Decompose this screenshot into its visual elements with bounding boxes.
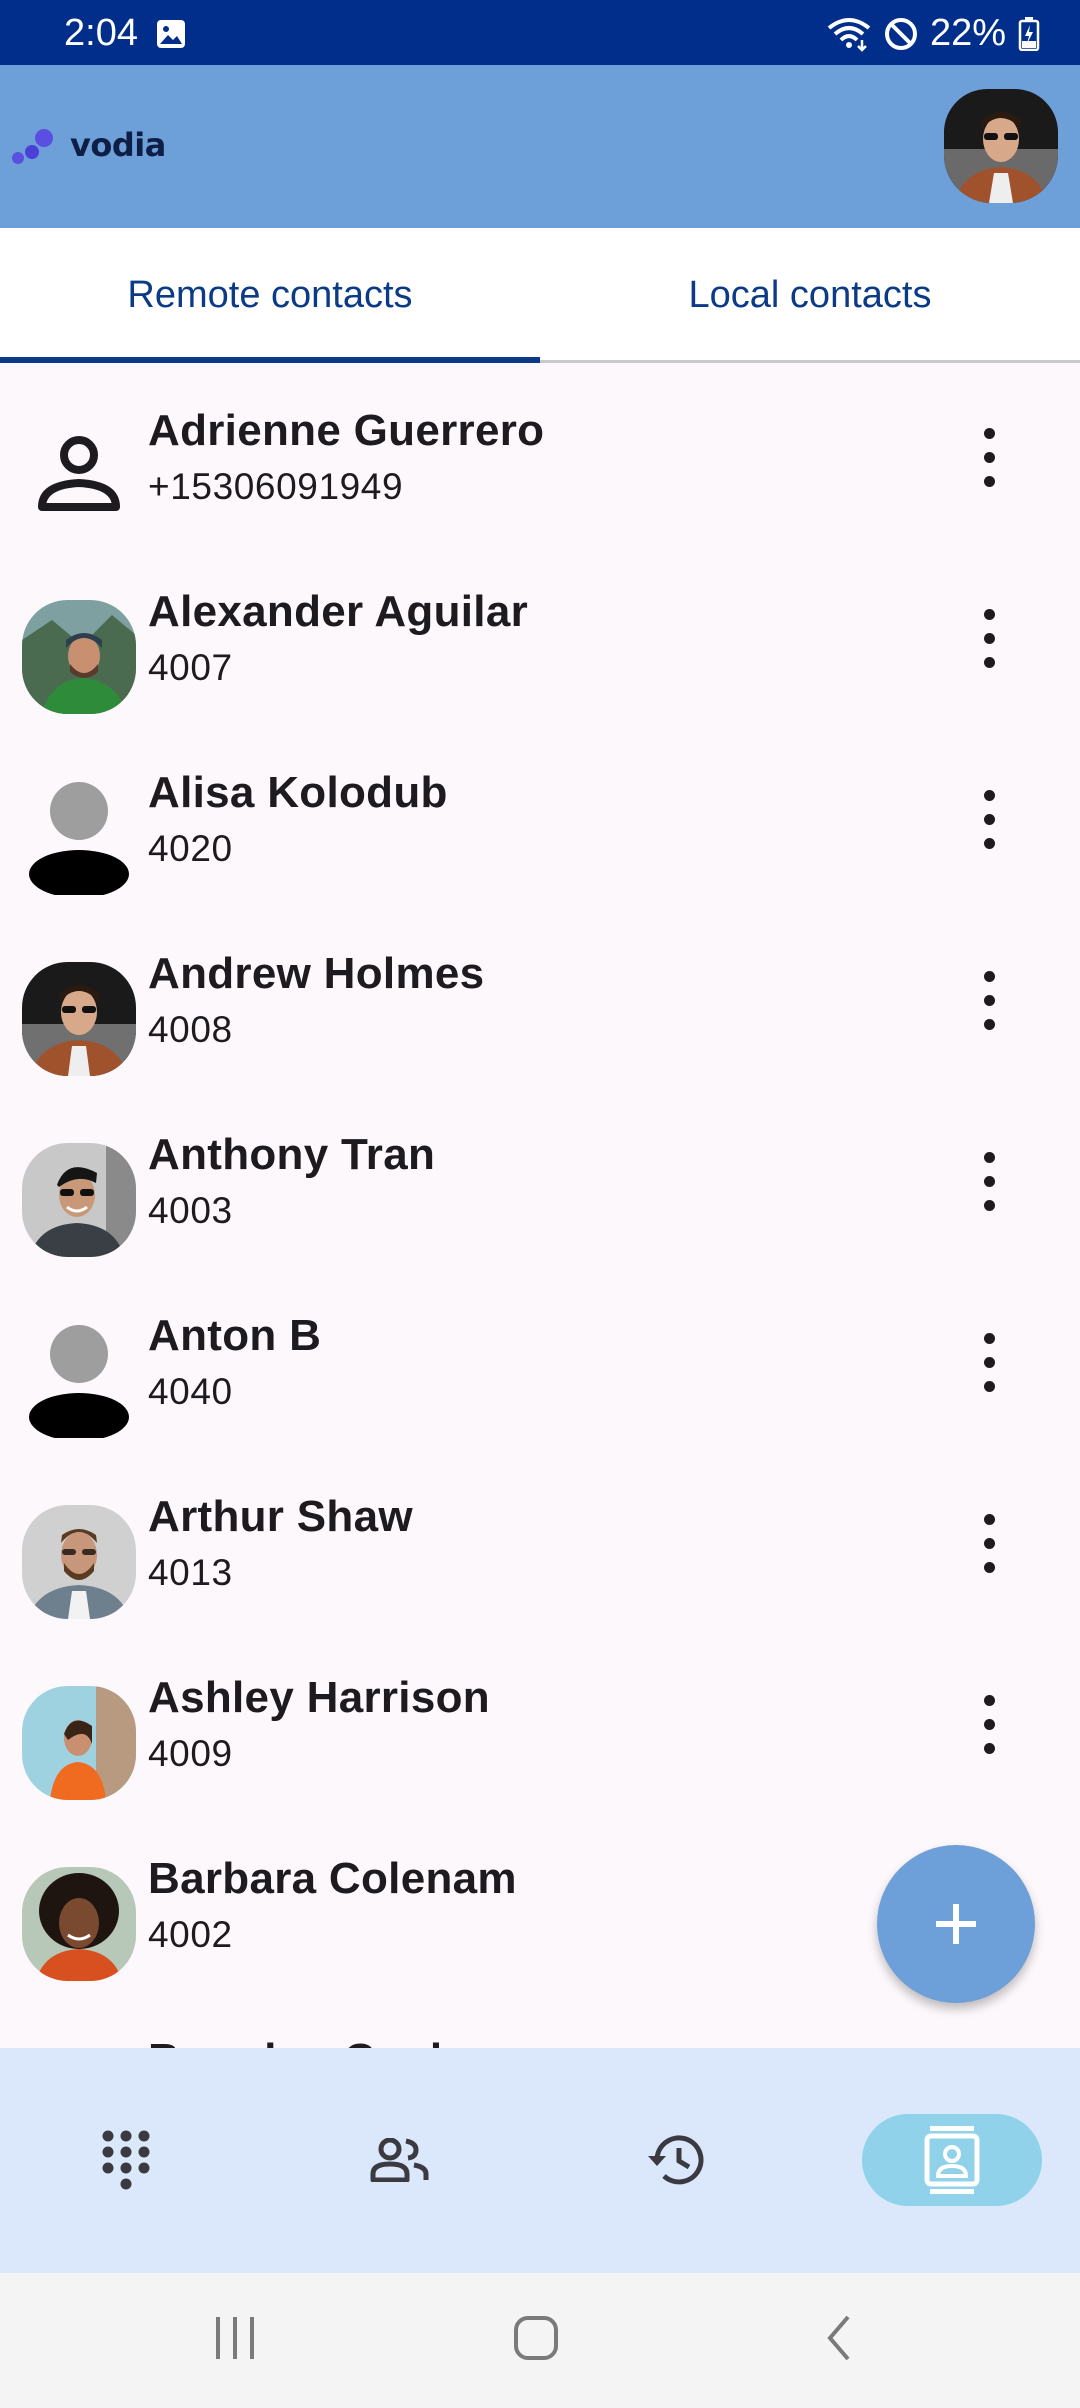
contact-name: Arthur Shaw (148, 1492, 413, 1541)
contacts-tabs: Remote contacts Local contacts (0, 228, 1080, 363)
app-bar: vodia (0, 65, 1080, 228)
plus-icon (936, 1904, 976, 1944)
contact-name: Anton B (148, 1311, 322, 1360)
contact-item[interactable]: Brandon Cook (0, 1995, 1080, 2048)
contact-avatar (22, 600, 136, 714)
default-person-icon (29, 1325, 129, 1438)
history-icon (648, 2135, 704, 2185)
tab-local-contacts[interactable]: Local contacts (540, 228, 1080, 363)
contact-item[interactable]: Alexander Aguilar 4007 (0, 547, 1080, 728)
back-icon[interactable] (822, 2313, 856, 2363)
contact-name: Anthony Tran (148, 1130, 436, 1179)
home-icon[interactable] (512, 2313, 560, 2363)
status-icons: 22% (826, 12, 1040, 55)
more-options-icon[interactable] (968, 780, 1012, 860)
contact-item[interactable]: Ashley Harrison 4009 (0, 1633, 1080, 1814)
contact-number: 4040 (148, 1371, 233, 1412)
contact-number: 4002 (148, 1914, 233, 1955)
more-options-icon[interactable] (968, 1323, 1012, 1403)
contact-avatar (22, 1505, 136, 1619)
contact-number: 4009 (148, 1733, 233, 1774)
status-bar: 2:04 22% (0, 0, 1080, 65)
contact-name: Barbara Colenam (148, 1854, 517, 1903)
contact-name: Adrienne Guerrero (148, 406, 545, 455)
contact-avatar (22, 962, 136, 1076)
contact-avatar (22, 1143, 136, 1257)
vodia-logo-icon (12, 129, 53, 164)
profile-avatar[interactable] (944, 89, 1058, 203)
contact-item[interactable]: Arthur Shaw 4013 (0, 1452, 1080, 1633)
system-navigation-bar (0, 2273, 1080, 2408)
more-options-icon[interactable] (968, 1142, 1012, 1222)
contact-name: Ashley Harrison (148, 1673, 490, 1722)
contact-name: Alisa Kolodub (148, 768, 448, 817)
contact-number: 4003 (148, 1190, 233, 1231)
contact-item[interactable]: Alisa Kolodub 4020 (0, 728, 1080, 909)
contact-list[interactable]: Adrienne Guerrero +15306091949 Alexander… (0, 366, 1080, 2048)
contact-photo (22, 1505, 136, 1619)
contact-name: Alexander Aguilar (148, 587, 529, 636)
contact-photo (22, 1143, 136, 1257)
nav-history[interactable] (586, 2114, 766, 2206)
contacts-icon (924, 2126, 980, 2194)
do-not-disturb-icon (884, 17, 917, 50)
nav-people[interactable] (310, 2114, 490, 2206)
contact-photo (22, 600, 136, 714)
contact-number: +15306091949 (148, 466, 404, 507)
contact-item[interactable]: Anton B 4040 (0, 1271, 1080, 1452)
default-person-icon (29, 782, 129, 895)
people-icon (370, 2138, 429, 2182)
gallery-notification-icon (157, 20, 185, 48)
contact-item[interactable]: Adrienne Guerrero +15306091949 (0, 366, 1080, 547)
bottom-navigation (0, 2048, 1080, 2273)
contact-number: 4008 (148, 1009, 233, 1050)
contact-item[interactable]: Anthony Tran 4003 (0, 1090, 1080, 1271)
logo-text: vodia (70, 126, 166, 164)
vodia-logo: vodia (10, 125, 166, 165)
tab-remote-contacts[interactable]: Remote contacts (0, 228, 540, 363)
contact-avatar (22, 1324, 136, 1438)
more-options-icon[interactable] (968, 599, 1012, 679)
contact-number: 4007 (148, 647, 233, 688)
contact-photo (22, 1867, 136, 1981)
active-tab-indicator (0, 357, 540, 363)
battery-charging-icon (1018, 16, 1040, 51)
contact-item[interactable]: Andrew Holmes 4008 (0, 909, 1080, 1090)
recent-apps-icon[interactable] (212, 2313, 258, 2363)
more-options-icon[interactable] (968, 961, 1012, 1041)
more-options-icon[interactable] (968, 1504, 1012, 1584)
contact-photo (22, 962, 136, 1076)
contact-avatar (22, 419, 136, 533)
add-contact-button[interactable] (877, 1845, 1035, 2003)
contact-avatar (22, 1867, 136, 1981)
nav-contacts[interactable] (862, 2114, 1042, 2206)
contact-avatar (22, 1686, 136, 1800)
contact-number: 4013 (148, 1552, 233, 1593)
contact-name: Andrew Holmes (148, 949, 485, 998)
profile-photo (944, 89, 1058, 203)
contact-number: 4020 (148, 828, 233, 869)
more-options-icon[interactable] (968, 1685, 1012, 1765)
dialpad-icon (102, 2130, 150, 2190)
contact-avatar (22, 781, 136, 895)
more-options-icon[interactable] (968, 418, 1012, 498)
battery-percent: 22% (929, 12, 1006, 54)
contact-name: Brandon Cook (148, 2035, 455, 2048)
person-outline-icon (38, 436, 120, 511)
wifi-icon (827, 17, 871, 52)
contact-photo (22, 1686, 136, 1800)
nav-dialpad[interactable] (36, 2114, 216, 2206)
status-time: 2:04 (64, 12, 138, 54)
